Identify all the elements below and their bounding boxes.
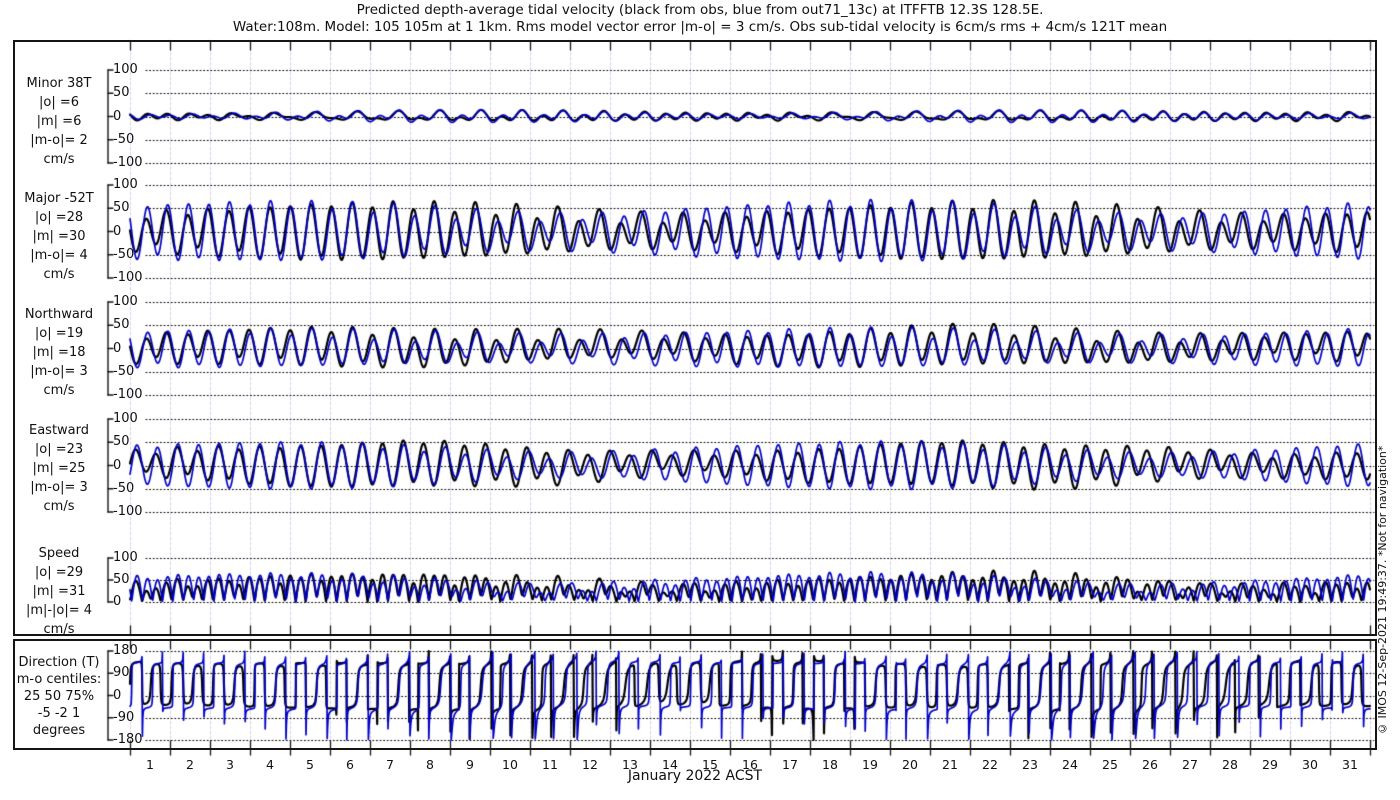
y-tick-label: 0	[113, 340, 122, 356]
panel-label-line: |o| =19	[34, 325, 84, 341]
panel-label-line: |o| =23	[34, 441, 84, 457]
panel-label-line: Northward	[24, 306, 94, 322]
panel-label-line: |o| =29	[34, 564, 84, 580]
y-tick-label: 100	[113, 550, 138, 565]
y-tick-label: -50	[113, 363, 135, 379]
panel-label-line: m-o centiles:	[16, 671, 102, 687]
watermark: © IMOS 12-Sep-2021 19:49:37. *Not for na…	[1376, 445, 1389, 735]
x-axis-label: January 2022 ACST	[627, 768, 763, 784]
y-tick-label: -100	[113, 270, 143, 285]
panel-label-line: Direction (T)	[18, 654, 100, 670]
y-tick-label: 0	[113, 687, 122, 703]
y-tick-label: 100	[113, 411, 138, 426]
y-tick-label: 100	[113, 294, 138, 309]
panel-dir-labels: Direction (T) m-o centiles: 25 50 75% -5 -2…	[6, 654, 112, 739]
y-tick-label: 0	[113, 223, 122, 239]
y-tick-label: -100	[113, 387, 143, 402]
y-tick-label: -100	[113, 155, 143, 170]
y-tick-label: 100	[113, 62, 138, 77]
panel-label-line: |m| =31	[32, 583, 86, 599]
panel-label-line: 25 50 75%	[23, 688, 95, 704]
y-tick-label: -100	[113, 504, 143, 519]
panel-label-line: Minor 38T	[26, 75, 92, 91]
panel-label-line: -5 -2 1	[37, 705, 81, 721]
panel-east-labels: Eastward |o| =23 |m| =25 |m-o|= 3 cm/s	[6, 421, 112, 516]
panel-label-line: |m-o|= 4	[30, 247, 88, 263]
y-tick-label: -180	[113, 732, 143, 747]
y-tick-label: 0	[113, 594, 122, 609]
panel-label-line: |m| =25	[32, 460, 86, 476]
panel-label-line: cm/s	[43, 382, 75, 398]
panel-label-line: |m| =18	[32, 344, 86, 360]
panel-label-line: |m-o|= 2	[30, 132, 88, 148]
panel-label-line: |o| =28	[34, 209, 84, 225]
panel-label-line: Speed	[38, 545, 80, 561]
y-tick-label: 90	[113, 665, 130, 681]
y-tick-label: 50	[113, 434, 130, 450]
panel-label-line: cm/s	[43, 151, 75, 167]
panel-label-line: cm/s	[43, 498, 75, 514]
labels-layer: Minor 38T |o| =6 |m| =6 |m-o|= 2 cm/s 100 50 0 -…	[0, 0, 1400, 800]
y-tick-label: -50	[113, 480, 135, 496]
y-tick-label: -50	[113, 131, 135, 147]
panel-label-line: Major -52T	[24, 190, 94, 206]
panel-label-line: cm/s	[43, 266, 75, 282]
y-tick-label: 50	[113, 85, 130, 101]
y-tick-label: -50	[113, 246, 135, 262]
panel-label-line: cm/s	[43, 621, 75, 637]
y-tick-label: 50	[113, 572, 130, 587]
panel-major-labels: Major -52T |o| =28 |m| =30 |m-o|= 4 cm/s	[6, 189, 112, 284]
panel-speed-labels: Speed |o| =29 |m| =31 |m|-|o|= 4 cm/s	[6, 544, 112, 639]
panel-label-line: degrees	[32, 722, 86, 738]
panel-label-line: |m| =30	[32, 228, 86, 244]
y-tick-label: 50	[113, 317, 130, 333]
panel-label-line: |o| =6	[38, 94, 79, 110]
y-tick-label: 180	[113, 643, 138, 658]
panel-minor-labels: Minor 38T |o| =6 |m| =6 |m-o|= 2 cm/s	[6, 74, 112, 169]
panel-label-line: |m| =6	[36, 113, 82, 129]
y-tick-label: 0	[113, 108, 122, 124]
panel-label-line: Eastward	[28, 422, 90, 438]
y-tick-label: 50	[113, 200, 130, 216]
y-tick-label: -90	[113, 709, 135, 725]
panel-label-line: |m|-|o|= 4	[25, 602, 93, 618]
panel-north-labels: Northward |o| =19 |m| =18 |m-o|= 3 cm/s	[6, 305, 112, 400]
y-tick-label: 100	[113, 177, 138, 192]
panel-label-line: |m-o|= 3	[30, 363, 88, 379]
panel-label-line: |m-o|= 3	[30, 479, 88, 495]
y-tick-label: 0	[113, 457, 122, 473]
